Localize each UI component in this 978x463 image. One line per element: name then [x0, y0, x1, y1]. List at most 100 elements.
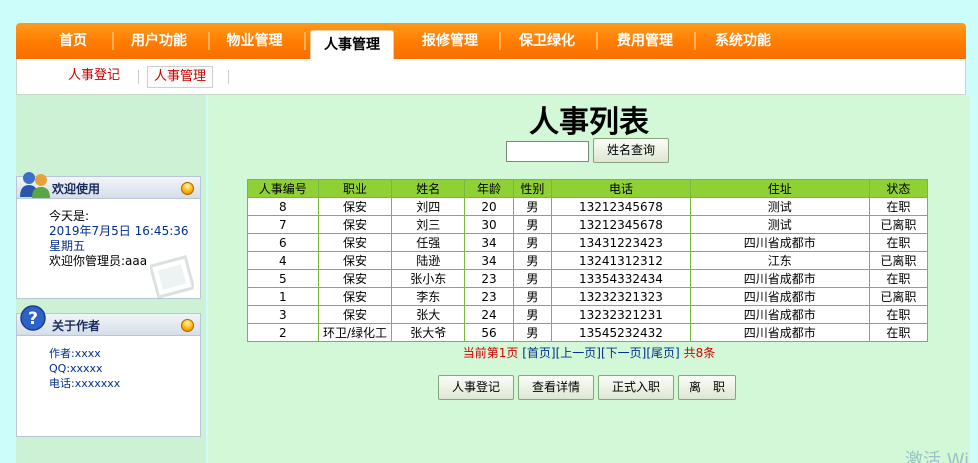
cell-address: 四川省成都市 [689, 233, 870, 252]
col-header-job[interactable]: 职业 [317, 179, 393, 198]
cell-phone: 13212345678 [550, 215, 691, 234]
film-icon [150, 255, 194, 299]
table-row[interactable]: 4 保安 陆逊 34 男 13241312312 江东 已离职 [247, 251, 929, 270]
cell-name: 刘三 [391, 215, 466, 234]
view-details-button[interactable]: 查看详情 [518, 375, 594, 400]
nav-fee-management[interactable]: 费用管理 [606, 23, 684, 59]
cell-job: 保安 [317, 215, 393, 234]
about-body: 作者:xxxx QQ:xxxxx 电话:xxxxxxx [17, 336, 200, 391]
about-panel-header: ? 关于作者 [17, 305, 200, 336]
cell-age: 23 [464, 287, 514, 306]
main-content: 人事列表 姓名查询 人事编号 职业 姓名 年龄 性别 电话 住址 状态 8 保安… [208, 95, 970, 463]
leave-button[interactable]: 离 职 [678, 375, 736, 400]
register-button[interactable]: 人事登记 [438, 375, 514, 400]
nav-security-greening[interactable]: 保卫绿化 [508, 23, 586, 59]
cell-gender: 男 [512, 197, 552, 216]
nav-system-functions[interactable]: 系统功能 [704, 23, 782, 59]
cell-name: 任强 [391, 233, 466, 252]
qq-text: QQ:xxxxx [49, 362, 103, 375]
subnav-separator [138, 70, 139, 84]
page-title: 人事列表 [529, 105, 649, 140]
collapse-orb-icon[interactable] [181, 319, 194, 332]
table-row[interactable]: 7 保安 刘三 30 男 13212345678 测试 已离职 [247, 215, 929, 234]
pager-last-link[interactable]: [尾页] [646, 346, 679, 360]
nav-repair-management[interactable]: 报修管理 [411, 23, 489, 59]
name-search-button[interactable]: 姓名查询 [593, 138, 669, 163]
cell-gender: 男 [512, 323, 552, 342]
col-header-age[interactable]: 年龄 [464, 179, 514, 198]
nav-hr-management[interactable]: 人事管理 [310, 30, 394, 59]
cell-phone: 13431223423 [550, 233, 691, 252]
table-row[interactable]: 1 保安 李东 23 男 13232321323 四川省成都市 已离职 [247, 287, 929, 306]
cell-name: 张小东 [391, 269, 466, 288]
cell-name: 刘四 [391, 197, 466, 216]
welcome-panel-header: 欢迎使用 [17, 172, 200, 199]
formal-hire-button[interactable]: 正式入职 [598, 375, 674, 400]
cell-job: 保安 [317, 197, 393, 216]
cell-phone: 13354332434 [550, 269, 691, 288]
col-header-gender[interactable]: 性别 [512, 179, 552, 198]
cell-name: 李东 [391, 287, 466, 306]
cell-address: 四川省成都市 [689, 287, 870, 306]
cell-name: 张大爷 [391, 323, 466, 342]
collapse-orb-icon[interactable] [181, 182, 194, 195]
cell-id: 1 [247, 287, 319, 306]
col-header-name[interactable]: 姓名 [391, 179, 466, 198]
subnav-hr-register[interactable]: 人事登记 [68, 66, 120, 88]
cell-address: 四川省成都市 [689, 305, 870, 324]
table-row[interactable]: 3 保安 张大 24 男 13232321231 四川省成都市 在职 [247, 305, 929, 324]
cell-age: 24 [464, 305, 514, 324]
activation-watermark: 激活 Wi [905, 450, 970, 463]
cell-id: 2 [247, 323, 319, 342]
pager-first-link[interactable]: [首页] [522, 346, 555, 360]
users-icon [20, 172, 50, 198]
cell-phone: 13241312312 [550, 251, 691, 270]
subnav-separator [228, 70, 229, 84]
nav-separator [694, 32, 696, 50]
cell-status: 在职 [868, 233, 929, 252]
cell-gender: 男 [512, 233, 552, 252]
cell-age: 20 [464, 197, 514, 216]
staff-table: 人事编号 职业 姓名 年龄 性别 电话 住址 状态 8 保安 刘四 20 男 1… [247, 179, 929, 342]
pager-next-link[interactable]: [下一页] [601, 346, 646, 360]
about-title: 关于作者 [52, 319, 101, 333]
col-header-status[interactable]: 状态 [868, 179, 929, 198]
cell-gender: 男 [512, 215, 552, 234]
col-header-id[interactable]: 人事编号 [247, 179, 319, 198]
cell-name: 陆逊 [391, 251, 466, 270]
cell-name: 张大 [391, 305, 466, 324]
cell-id: 7 [247, 215, 319, 234]
cell-gender: 男 [512, 287, 552, 306]
pager-current: 当前第1页 [462, 346, 519, 360]
cell-gender: 男 [512, 305, 552, 324]
cell-address: 江东 [689, 251, 870, 270]
nav-separator [596, 32, 598, 50]
nav-separator [499, 32, 501, 50]
cell-job: 保安 [317, 269, 393, 288]
col-header-phone[interactable]: 电话 [550, 179, 691, 198]
cell-age: 56 [464, 323, 514, 342]
cell-id: 4 [247, 251, 319, 270]
nav-property-management[interactable]: 物业管理 [215, 23, 294, 59]
cell-status: 已离职 [868, 251, 929, 270]
col-header-address[interactable]: 住址 [689, 179, 870, 198]
pager-prev-link[interactable]: [上一页] [556, 346, 601, 360]
cell-job: 环卫/绿化工 [317, 323, 393, 342]
table-row[interactable]: 6 保安 任强 34 男 13431223423 四川省成都市 在职 [247, 233, 929, 252]
cell-address: 四川省成都市 [689, 323, 870, 342]
nav-home[interactable]: 首页 [44, 23, 102, 59]
cell-phone: 13232321231 [550, 305, 691, 324]
table-row[interactable]: 2 环卫/绿化工 张大爷 56 男 13545232432 四川省成都市 在职 [247, 323, 929, 342]
name-search-input[interactable] [506, 141, 589, 162]
pagination: 当前第1页 [首页][上一页][下一页][尾页] 共8条 [208, 344, 970, 361]
phone-text: 电话:xxxxxxx [49, 377, 121, 390]
cell-phone: 13545232432 [550, 323, 691, 342]
today-label: 今天是: [49, 209, 90, 223]
subnav-hr-management[interactable]: 人事管理 [147, 66, 214, 88]
cell-status: 在职 [868, 323, 929, 342]
table-row[interactable]: 8 保安 刘四 20 男 13212345678 测试 在职 [247, 197, 929, 216]
current-date: 2019年7月5日 16:45:36 [49, 224, 189, 238]
table-row[interactable]: 5 保安 张小东 23 男 13354332434 四川省成都市 在职 [247, 269, 929, 288]
cell-id: 3 [247, 305, 319, 324]
nav-user-functions[interactable]: 用户功能 [120, 23, 198, 59]
